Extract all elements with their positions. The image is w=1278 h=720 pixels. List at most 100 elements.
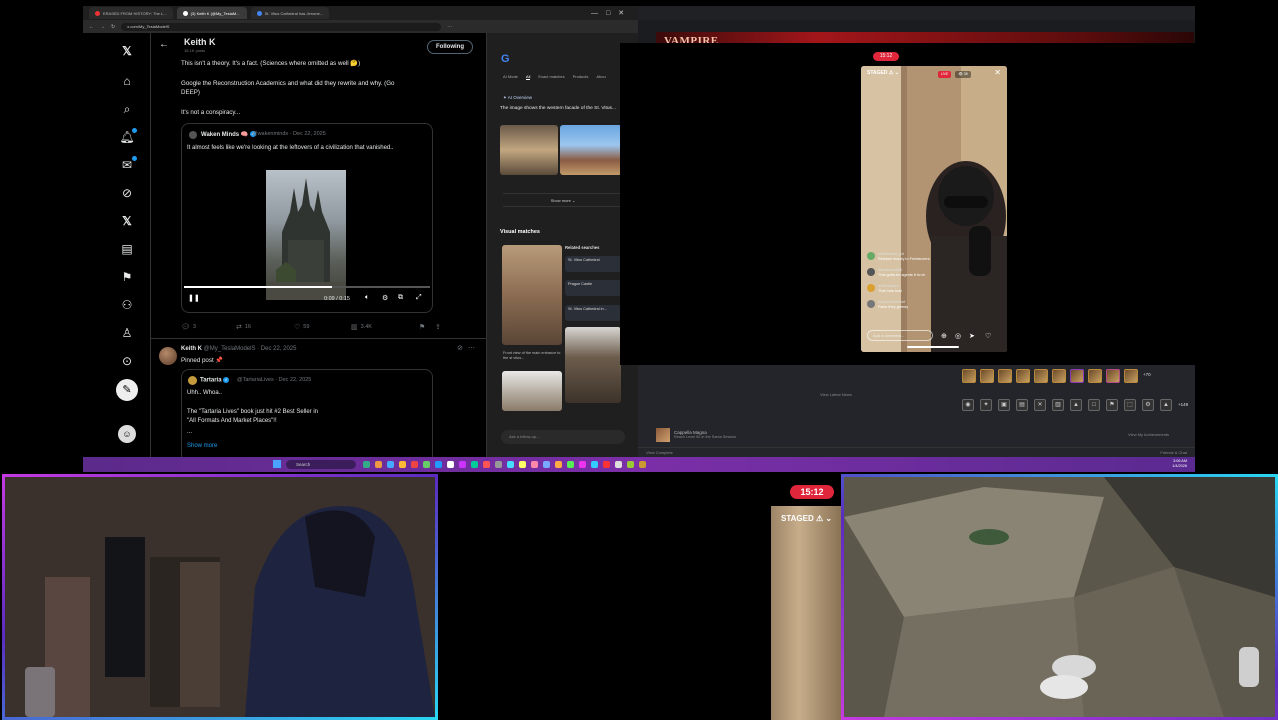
app-icon[interactable] bbox=[519, 461, 526, 468]
match-image[interactable] bbox=[502, 371, 562, 411]
views-button[interactable]: ▥ 3.4K bbox=[351, 323, 372, 331]
achievement-icon[interactable]: ▲ bbox=[1070, 399, 1082, 411]
taskbar-search[interactable]: Search bbox=[286, 460, 356, 469]
close-icon[interactable]: ✕ bbox=[994, 68, 1001, 77]
app-icon[interactable] bbox=[603, 461, 610, 468]
app-icon[interactable] bbox=[387, 461, 394, 468]
quoted-post[interactable]: Tartaria ✓ @TartariaLives · Dec 22, 2025… bbox=[181, 369, 433, 464]
search-icon[interactable]: ⌕ bbox=[119, 101, 135, 117]
following-button[interactable]: Following bbox=[427, 40, 473, 54]
avatar[interactable]: ☺ bbox=[118, 425, 136, 443]
app-icon[interactable] bbox=[375, 461, 382, 468]
bell-icon[interactable]: 🔔︎ bbox=[119, 128, 137, 145]
app-icon[interactable] bbox=[447, 461, 454, 468]
show-more-link[interactable]: Show more bbox=[187, 443, 217, 449]
app-icon[interactable] bbox=[639, 461, 646, 468]
list-icon[interactable]: ▤ bbox=[119, 241, 135, 257]
reload-icon[interactable]: ↻ bbox=[111, 24, 115, 30]
app-icon[interactable] bbox=[483, 461, 490, 468]
app-icon[interactable] bbox=[423, 461, 430, 468]
grok-button[interactable]: ✎ bbox=[116, 379, 138, 401]
pip-icon[interactable]: ⧉ bbox=[398, 294, 403, 302]
bookmark-icon[interactable]: ⚑ bbox=[119, 269, 135, 285]
comment-input[interactable]: Add a comment... bbox=[867, 330, 933, 341]
achievement-icon[interactable]: ◉ bbox=[962, 399, 974, 411]
achievement-icon[interactable]: ⚙ bbox=[1142, 399, 1154, 411]
extensions-icon[interactable]: ⋯ bbox=[447, 24, 452, 30]
pinned-post[interactable]: Keith K @My_TeslaModelS · Dec 22, 2025 ⊘… bbox=[151, 338, 487, 464]
minimize-button[interactable]: — bbox=[591, 10, 598, 17]
match-image[interactable] bbox=[502, 245, 562, 345]
achievement-badge[interactable] bbox=[998, 369, 1012, 383]
friends-chat-link[interactable]: Friends & Chat bbox=[1160, 450, 1187, 455]
achievement-icon[interactable]: ✦ bbox=[980, 399, 992, 411]
achievement-icon[interactable]: ⬚ bbox=[1124, 399, 1136, 411]
achievement-icon[interactable]: ▣ bbox=[998, 399, 1010, 411]
app-icon[interactable] bbox=[579, 461, 586, 468]
achievement-icon[interactable]: ▤ bbox=[1016, 399, 1028, 411]
app-icon[interactable] bbox=[627, 461, 634, 468]
grok-icon[interactable]: ⊘ bbox=[457, 344, 463, 352]
app-icon[interactable] bbox=[615, 461, 622, 468]
like-button[interactable]: ♡ 59 bbox=[294, 323, 309, 331]
browser-tab[interactable]: ERASED FROM HISTORY: The L... bbox=[89, 7, 173, 19]
volume-icon[interactable]: 🔈︎ bbox=[365, 294, 369, 302]
app-icon[interactable] bbox=[543, 461, 550, 468]
browser-tab[interactable]: St. Vitus Cathedral has Jerome... bbox=[250, 7, 330, 19]
achievement-badge[interactable] bbox=[1052, 369, 1066, 383]
follow-up-input[interactable]: Ask a follow-up... bbox=[501, 430, 625, 444]
share-button[interactable]: ⇪ bbox=[435, 323, 441, 331]
browser-tab[interactable]: (3) Keith K (@My_TeslaM... bbox=[176, 7, 247, 19]
maximize-button[interactable]: □ bbox=[606, 10, 610, 17]
windows-start-icon[interactable] bbox=[273, 460, 281, 468]
app-icon[interactable] bbox=[591, 461, 598, 468]
video-player[interactable] bbox=[266, 170, 346, 300]
more-options-icon[interactable]: ⋯ bbox=[468, 344, 475, 352]
app-icon[interactable] bbox=[435, 461, 442, 468]
x-premium-icon[interactable]: 𝕏 bbox=[119, 213, 135, 229]
send-icon[interactable]: ➤ bbox=[969, 332, 975, 340]
view-complete-link[interactable]: View Complete bbox=[646, 450, 673, 455]
app-icon[interactable] bbox=[363, 461, 370, 468]
achievement-icon[interactable]: □ bbox=[1088, 399, 1100, 411]
achievement-badge[interactable] bbox=[980, 369, 994, 383]
related-search-item[interactable]: St. Vitus Cathedral in... bbox=[565, 305, 621, 321]
show-more-button[interactable]: Show more ⌄ bbox=[503, 193, 623, 207]
app-icon[interactable] bbox=[555, 461, 562, 468]
forward-icon[interactable]: → bbox=[100, 24, 105, 30]
tab-about[interactable]: Abou bbox=[596, 74, 605, 80]
achievement-badge[interactable] bbox=[1124, 369, 1138, 383]
taskbar-clock[interactable]: 3:06 AM 1/4/2026 bbox=[1172, 459, 1187, 469]
mail-icon[interactable]: ✉ bbox=[119, 156, 137, 173]
related-search-item[interactable]: Prague Castle bbox=[565, 280, 621, 296]
achievement-icon[interactable]: ▲ bbox=[1160, 399, 1172, 411]
staged-label[interactable]: STAGED ⚠ ⌄ bbox=[867, 70, 899, 76]
close-button[interactable]: ✕ bbox=[618, 9, 624, 17]
back-arrow-icon[interactable]: ← bbox=[159, 39, 169, 50]
tab-products[interactable]: Products bbox=[573, 74, 589, 80]
instagram-icon[interactable]: ◎ bbox=[955, 332, 961, 340]
address-bar[interactable]: x.com/My_TeslaModelS bbox=[121, 22, 442, 31]
quoted-post[interactable]: Waken Minds 🧠 ✓ @wakenminds · Dec 22, 20… bbox=[181, 123, 433, 313]
achievement-badge[interactable] bbox=[1070, 369, 1084, 383]
related-search-item[interactable]: St. Vitus Cathedral bbox=[565, 256, 621, 272]
tab-exact-matches[interactable]: Exact matches bbox=[538, 74, 564, 80]
app-icon[interactable] bbox=[459, 461, 466, 468]
fullscreen-icon[interactable]: ⤢ bbox=[416, 294, 422, 302]
profile-icon[interactable]: ♙ bbox=[119, 325, 135, 341]
tab-all[interactable]: All bbox=[525, 74, 531, 80]
cathedral-interior-image[interactable] bbox=[500, 125, 558, 175]
video-progress-bar[interactable] bbox=[184, 286, 430, 288]
match-image[interactable] bbox=[565, 327, 621, 403]
achievement-badge[interactable] bbox=[1088, 369, 1102, 383]
repost-button[interactable]: ⇄ 16 bbox=[236, 323, 251, 331]
home-icon[interactable]: ⌂ bbox=[119, 73, 135, 89]
bookmark-button[interactable]: ⚑ bbox=[419, 323, 425, 331]
view-achievements-link[interactable]: View My Achievements bbox=[1128, 432, 1169, 437]
communities-icon[interactable]: ⚇ bbox=[119, 297, 135, 313]
achievement-badge[interactable] bbox=[1016, 369, 1030, 383]
pause-icon[interactable]: ❚❚ bbox=[188, 294, 200, 302]
achievement-badge[interactable] bbox=[962, 369, 976, 383]
settings-icon[interactable]: ⚙ bbox=[382, 294, 388, 302]
achievement-badge[interactable] bbox=[1034, 369, 1048, 383]
